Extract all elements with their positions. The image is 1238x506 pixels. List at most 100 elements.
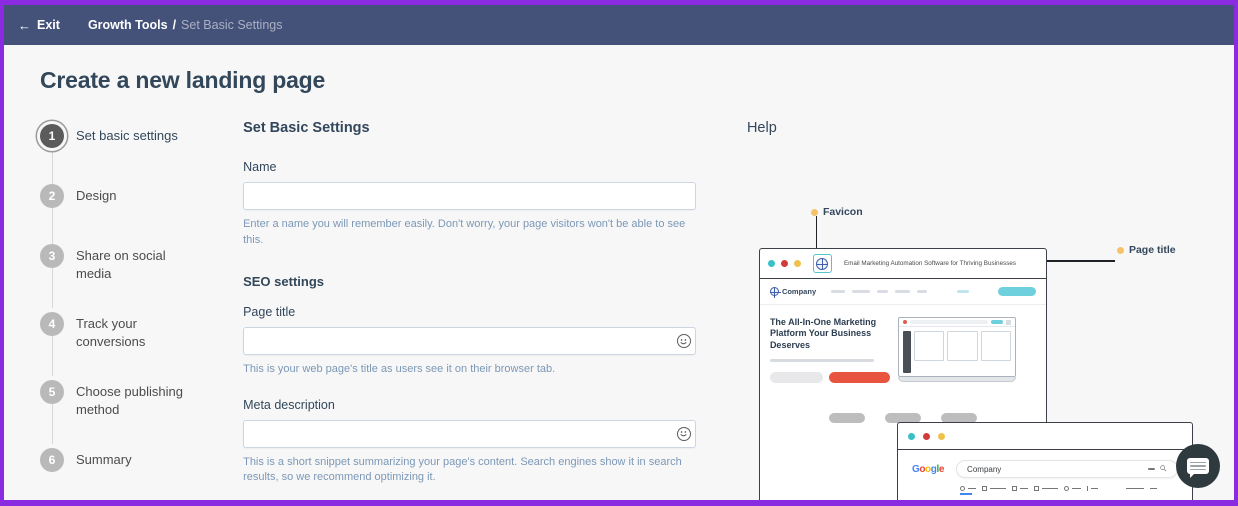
mock-hero-text: The All-In-One Marketing Platform Your B… (770, 317, 890, 383)
callout-dot-icon (811, 209, 818, 216)
help-title: Help (747, 120, 1234, 136)
mock-logo-pill (829, 413, 865, 423)
name-help-text: Enter a name you will remember easily. D… (243, 217, 691, 248)
meta-description-input-wrap (243, 420, 701, 448)
seo-settings-heading: SEO settings (243, 274, 701, 289)
step-number-badge: 1 (40, 124, 64, 148)
meta-description-help-text: This is a short snippet summarizing your… (243, 455, 691, 486)
google-tab (982, 486, 1006, 491)
step-number-badge: 6 (40, 448, 64, 472)
callout-favicon: Favicon (811, 206, 863, 218)
name-label: Name (243, 160, 701, 174)
name-field-group: Name Enter a name you will remember easi… (243, 160, 701, 248)
step-number-badge: 3 (40, 244, 64, 268)
mock-cta-button (998, 287, 1036, 296)
mock-laptop-base (898, 377, 1016, 382)
mock-hero: The All-In-One Marketing Platform Your B… (760, 305, 1046, 383)
google-tab (960, 486, 976, 491)
chat-bubble-icon (1187, 458, 1209, 474)
emoji-smiley-icon[interactable] (677, 334, 691, 348)
traffic-light-icon (938, 433, 945, 440)
sidebar-step-1[interactable]: 1 Set basic settings (40, 124, 225, 154)
exit-button[interactable]: ← Exit (18, 18, 60, 32)
step-label: Share on social media (76, 244, 196, 282)
arrow-left-icon: ← (18, 19, 31, 32)
google-search-query: Company (967, 465, 1001, 474)
breadcrumb-current: Set Basic Settings (181, 18, 282, 32)
browser-tab-title: Email Marketing Automation Software for … (844, 260, 1016, 267)
emoji-smiley-icon[interactable] (677, 427, 691, 441)
google-browser-chrome (898, 423, 1192, 450)
content-columns: 1 Set basic settings 2 Design 3 Share on… (4, 94, 1234, 506)
callout-dot-icon (1117, 247, 1124, 254)
step-label: Summary (76, 448, 132, 469)
page-title-input[interactable] (243, 327, 696, 355)
sidebar-step-2[interactable]: 2 Design (40, 184, 225, 214)
meta-description-input[interactable] (243, 420, 696, 448)
step-connector (52, 268, 53, 308)
step-connector (52, 336, 53, 376)
callout-page-title-label: Page title (1129, 244, 1176, 256)
mock-nav-item (917, 290, 927, 293)
step-label: Set basic settings (76, 124, 178, 145)
step-number-badge: 4 (40, 312, 64, 336)
google-search-box[interactable]: Company (956, 460, 1178, 478)
mock-nav-item (877, 290, 888, 293)
google-logo: Google (912, 464, 944, 475)
mock-laptop-screen (898, 317, 1016, 377)
google-tools-line (1126, 488, 1144, 489)
step-number-badge: 2 (40, 184, 64, 208)
top-navigation-bar: ← Exit Growth Tools / Set Basic Settings (4, 5, 1234, 45)
mock-brand: Company (770, 287, 816, 296)
page-body: Create a new landing page 1 Set basic se… (4, 45, 1234, 506)
callout-page-title: Page title (1117, 244, 1176, 256)
mock-nav-item (831, 290, 845, 293)
step-label: Track your conversions (76, 312, 196, 350)
mock-hero-form (770, 372, 890, 383)
step-label: Design (76, 184, 116, 205)
mock-laptop-illustration (898, 317, 1016, 383)
page-title-label: Page title (243, 305, 701, 319)
page-title-input-wrap (243, 327, 701, 355)
mock-nav-item (852, 290, 870, 293)
sidebar-step-4[interactable]: 4 Track your conversions (40, 312, 225, 350)
app-frame: ← Exit Growth Tools / Set Basic Settings… (0, 0, 1238, 506)
step-connector (52, 208, 53, 244)
google-window-mock: Google Company (897, 422, 1193, 506)
mock-brand-label: Company (782, 287, 816, 296)
mock-hero-subtext (770, 359, 874, 362)
globe-favicon-icon (816, 258, 828, 270)
traffic-light-icon (908, 433, 915, 440)
name-input-wrap (243, 182, 701, 210)
google-tab (1034, 486, 1058, 491)
meta-description-label: Meta description (243, 398, 701, 412)
help-illustration: Favicon Page title (759, 182, 1238, 506)
favicon-highlight-box (813, 254, 832, 273)
mock-submit-button (829, 372, 890, 383)
magnifier-icon (1160, 465, 1167, 474)
step-number-badge: 5 (40, 380, 64, 404)
form-section-title: Set Basic Settings (243, 120, 701, 136)
mock-hero-heading: The All-In-One Marketing Platform Your B… (770, 317, 890, 351)
sidebar-step-3[interactable]: 3 Share on social media (40, 244, 225, 282)
sidebar-step-6[interactable]: 6 Summary (40, 448, 225, 478)
meta-description-field-group: Meta description This is a short snippet… (243, 398, 701, 486)
traffic-light-icon (923, 433, 930, 440)
sidebar-step-5[interactable]: 5 Choose publishing method (40, 380, 225, 418)
help-panel: Help Favicon Page title (747, 120, 1234, 506)
callout-favicon-label: Favicon (823, 206, 863, 218)
step-connector (52, 148, 53, 184)
chat-widget-button[interactable] (1176, 444, 1220, 488)
mock-landing-nav: Company (760, 279, 1046, 305)
google-tab (1012, 486, 1028, 491)
step-label: Choose publishing method (76, 380, 196, 418)
breadcrumb-separator: / (173, 18, 176, 32)
name-input[interactable] (243, 182, 696, 210)
page-title-field-group: Page title This is your web page's title… (243, 305, 701, 378)
mock-login-link (957, 290, 969, 293)
google-tools-line (1150, 488, 1157, 489)
google-tabs-row (898, 478, 1192, 491)
traffic-light-icon (768, 260, 775, 267)
browser-chrome: Email Marketing Automation Software for … (760, 249, 1046, 279)
breadcrumb-root[interactable]: Growth Tools (88, 18, 168, 32)
